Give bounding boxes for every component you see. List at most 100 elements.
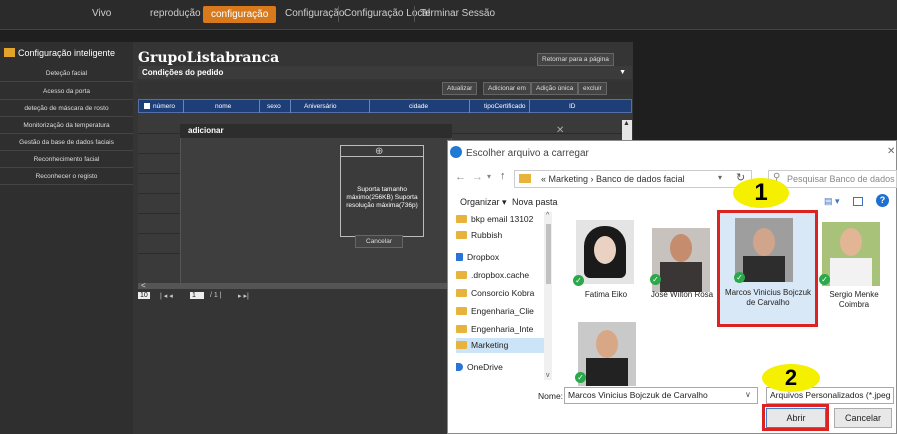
sidebar-item-face-detection[interactable]: Deteção facial — [0, 66, 133, 82]
tree-item-dropbox[interactable]: Dropbox — [456, 250, 540, 265]
tree-item[interactable]: Rubbish — [456, 228, 544, 243]
chevron-down-icon[interactable]: ∨ — [745, 390, 751, 399]
add-dialog-title: adicionar — [188, 126, 224, 135]
nav-configuration[interactable]: configuração — [203, 6, 277, 23]
file-thumbnail[interactable] — [822, 222, 880, 286]
nav-separator — [338, 6, 339, 22]
return-button[interactable]: Retornar para a página — [537, 53, 614, 66]
conditions-bar[interactable]: Condições do pedido ▼ — [138, 66, 632, 79]
face-shape — [596, 330, 618, 358]
folder-icon — [456, 289, 467, 297]
sidebar-item-mask-detection[interactable]: deteção de máscara de rosto — [0, 101, 133, 117]
address-bar[interactable]: « Marketing › Banco de dados facial — [514, 170, 752, 188]
col-city[interactable]: cidade — [409, 103, 428, 110]
help-icon[interactable]: ? — [876, 194, 889, 207]
up-icon[interactable]: ↑ — [500, 170, 506, 182]
cancel-upload-button[interactable]: Cancelar — [355, 235, 404, 248]
select-all-checkbox[interactable] — [144, 103, 150, 109]
folder-icon — [456, 341, 467, 349]
scroll-up-icon[interactable]: ^ — [546, 212, 549, 219]
upload-hint: Suporta tamanho máximo(256KB) Suporta re… — [346, 186, 418, 209]
col-number[interactable]: número — [153, 103, 175, 110]
file-dialog-title: Escolher arquivo a carregar — [466, 148, 589, 159]
tree-item[interactable]: Engenharia_Inte — [456, 322, 544, 337]
back-icon[interactable]: ← — [455, 171, 466, 183]
folder-icon — [456, 231, 467, 239]
cancel-button[interactable]: Cancelar — [834, 408, 892, 428]
nav-live[interactable]: Vivo — [92, 8, 111, 19]
delete-button[interactable]: excluir — [578, 82, 607, 95]
chevron-down-icon[interactable]: ▾ — [718, 173, 722, 182]
col-name[interactable]: nome — [215, 103, 231, 110]
col-divider — [290, 100, 291, 114]
file-thumbnail[interactable] — [576, 220, 634, 284]
highlight-box-file — [717, 210, 818, 327]
tree-item-onedrive[interactable]: OneDrive — [456, 360, 540, 375]
caret-down-icon: ▼ — [619, 69, 626, 76]
sync-check-icon: ✓ — [819, 274, 830, 285]
col-cert-type[interactable]: tipoCertificado — [484, 103, 526, 110]
col-birthday[interactable]: Aniversário — [304, 103, 337, 110]
close-icon[interactable]: ✕ — [887, 146, 895, 157]
nav-local-config[interactable]: Configuração Local — [344, 8, 430, 19]
page-title: GrupoListabranca — [138, 50, 280, 66]
sync-check-icon: ✓ — [575, 372, 586, 383]
last-page-icon[interactable]: ▸ ▸| — [238, 292, 249, 300]
new-folder-button[interactable]: Nova pasta — [512, 197, 558, 207]
page-total: / 1 | — [210, 292, 222, 299]
tree-item[interactable]: Consorcio Kobra — [456, 286, 544, 301]
scroll-down-icon[interactable]: v — [546, 372, 550, 379]
add-in-button[interactable]: Adicionar em — [483, 82, 531, 95]
tree-item[interactable]: Engenharia_Clie — [456, 304, 544, 319]
first-page-icon[interactable]: | ◂ ◂ — [160, 292, 173, 300]
folder-icon — [519, 174, 531, 183]
table-header: número nome sexo Aniversário cidade tipo… — [138, 99, 632, 114]
preview-pane-icon[interactable] — [853, 197, 863, 206]
col-divider — [183, 100, 184, 114]
filename-field[interactable]: Marcos Vinicius Bojczuk de Carvalho — [564, 387, 758, 404]
search-placeholder: Pesquisar Banco de dados fa... — [787, 174, 896, 184]
single-add-button[interactable]: Adição única — [531, 82, 579, 95]
close-icon[interactable]: ✕ — [556, 125, 564, 136]
highlight-box-open — [762, 404, 829, 431]
nav-separator — [414, 6, 415, 22]
scroll-left-icon[interactable]: < — [141, 281, 146, 290]
sidebar-item-face-recognition[interactable]: Reconhecimento facial — [0, 152, 133, 168]
tree-item[interactable]: .dropbox.cache — [456, 268, 544, 283]
page-input[interactable]: 1 — [190, 292, 204, 299]
folder-icon — [456, 271, 467, 279]
scrollbar-thumb[interactable] — [546, 224, 551, 284]
person-photo-icon — [586, 358, 628, 386]
upload-divider — [341, 156, 423, 157]
scroll-up-icon[interactable]: ▲ — [623, 120, 630, 127]
view-icon[interactable]: ▤ ▾ — [824, 196, 840, 207]
step-marker-2: 2 — [762, 364, 820, 392]
rows-per-page-select[interactable]: 10 — [138, 292, 150, 299]
face-shape — [670, 234, 692, 262]
forward-icon[interactable]: → — [472, 171, 483, 183]
col-divider — [469, 100, 470, 114]
col-id[interactable]: ID — [569, 103, 576, 110]
sidebar-item-door-access[interactable]: Acesso da porta — [0, 84, 133, 100]
sidebar-item-face-db[interactable]: Gestão da base de dados faciais — [0, 135, 133, 151]
nav-logout[interactable]: Terminar Sessão — [420, 8, 495, 19]
face-shape — [594, 236, 616, 264]
address-text: « Marketing › Banco de dados facial — [541, 174, 685, 184]
face-shape — [840, 228, 862, 256]
sidebar-item-temperature[interactable]: Monitorização da temperatura — [0, 118, 133, 134]
col-sex[interactable]: sexo — [267, 103, 281, 110]
tree-item-marketing[interactable]: Marketing — [456, 338, 544, 353]
sidebar-item-recognition-log[interactable]: Reconhecer o registo — [0, 169, 133, 185]
organize-menu[interactable]: Organizar ▾ — [460, 197, 507, 208]
nav-configuration-2[interactable]: Configuração — [285, 8, 344, 19]
file-thumbnail[interactable] — [578, 322, 636, 386]
sync-check-icon: ✓ — [650, 274, 661, 285]
file-name: José Wilton Rosa — [650, 290, 714, 299]
recent-dropdown-icon[interactable]: ▾ — [487, 172, 491, 181]
search-input[interactable]: Pesquisar Banco de dados fa... — [768, 170, 897, 188]
nav-playback[interactable]: reprodução — [150, 8, 201, 19]
tree-item[interactable]: bkp email 13102 — [456, 212, 544, 227]
file-thumbnail[interactable] — [652, 228, 710, 292]
refresh-button[interactable]: Atualizar — [442, 82, 478, 95]
folder-tree: bkp email 13102 Rubbish Dropbox .dropbox… — [456, 212, 546, 382]
